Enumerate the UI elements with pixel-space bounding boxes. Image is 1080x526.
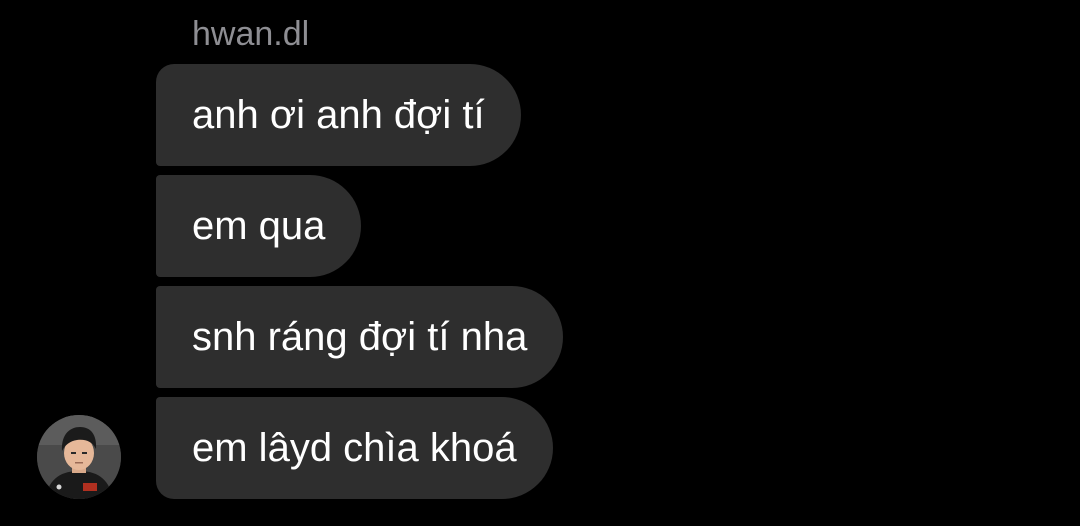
- message-bubble[interactable]: snh ráng đợi tí nha: [156, 286, 564, 388]
- message-bubble[interactable]: em lâyd chìa khoá: [156, 397, 553, 499]
- avatar-person-icon: [37, 415, 121, 499]
- sender-avatar[interactable]: [37, 415, 121, 499]
- message-bubble[interactable]: em qua: [156, 175, 362, 277]
- sender-name: hwan.dl: [192, 15, 310, 53]
- message-bubble[interactable]: anh ơi anh đợi tí: [156, 64, 521, 166]
